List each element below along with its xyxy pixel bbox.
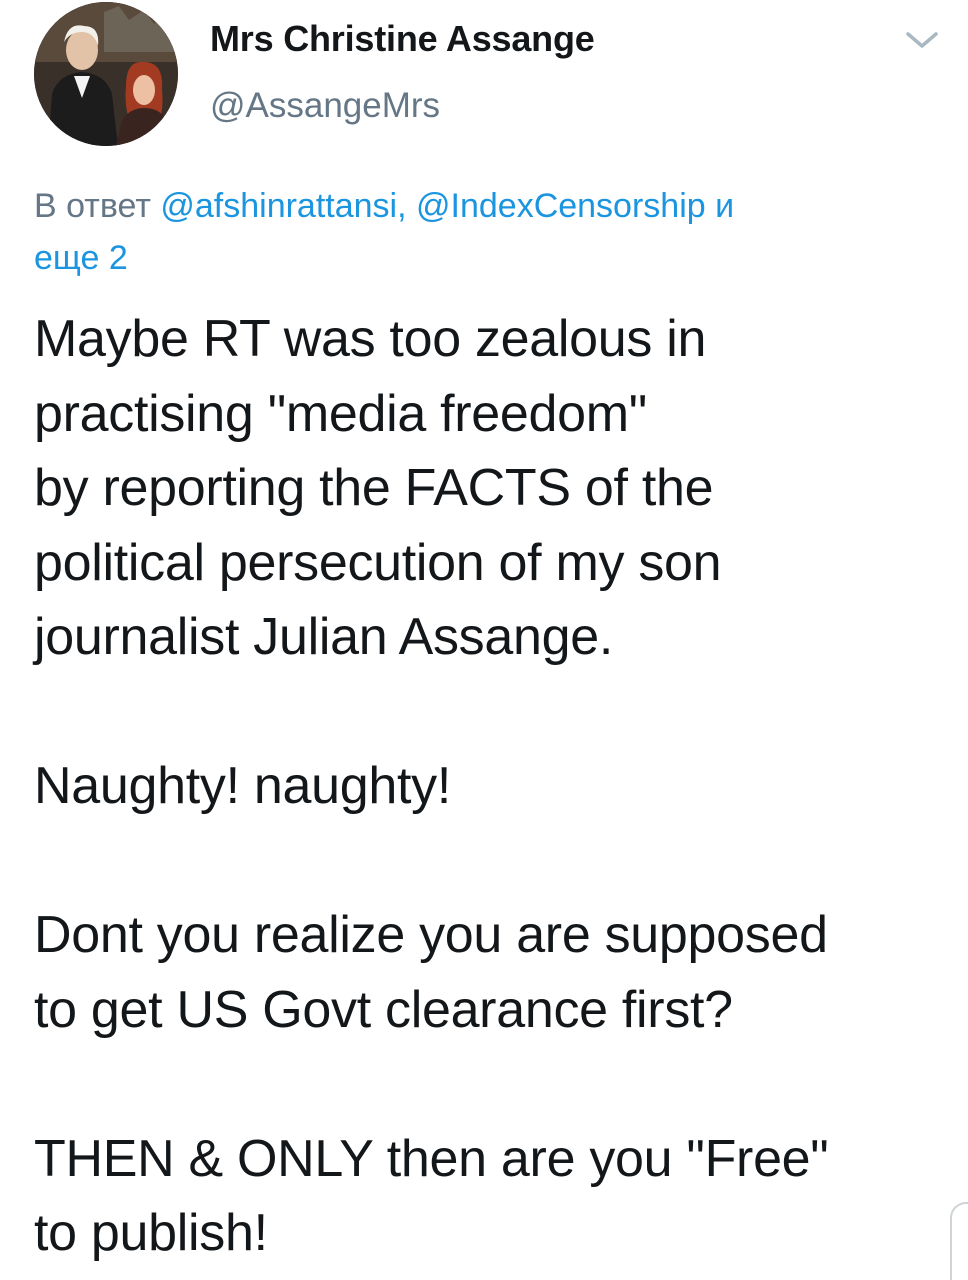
tweet-text: Maybe RT was too zealous in practising "… [34, 302, 954, 1271]
tweet-paragraph-4: THEN & ONLY then are you "Free" to publi… [34, 1129, 829, 1263]
author-handle[interactable]: @AssangeMrs [210, 86, 440, 126]
tweet-paragraph-2: Naughty! naughty! [34, 757, 451, 815]
author-name[interactable]: Mrs Christine Assange [210, 18, 595, 60]
avatar-photo-image [34, 2, 178, 146]
author-avatar[interactable] [34, 2, 178, 146]
chevron-down-icon[interactable] [902, 26, 942, 54]
reply-conjunction: и [715, 187, 735, 225]
more-recipients-link[interactable]: еще 2 [34, 239, 128, 277]
mention-link-afshinrattansi[interactable]: @afshinrattansi, [160, 187, 406, 225]
tweet-paragraph-3: Dont you realize you are supposed to get… [34, 906, 828, 1039]
tweet-card: Mrs Christine Assange @AssangeMrs В отве… [0, 0, 968, 1280]
reply-prefix: В ответ [34, 187, 151, 225]
mention-link-indexcensorship[interactable]: @IndexCensorship [416, 187, 706, 225]
reply-context: В ответ @afshinrattansi, @IndexCensorshi… [34, 180, 914, 284]
tweet-paragraph-1: Maybe RT was too zealous in practising "… [34, 310, 722, 666]
scroll-edge-indicator [950, 1202, 968, 1280]
